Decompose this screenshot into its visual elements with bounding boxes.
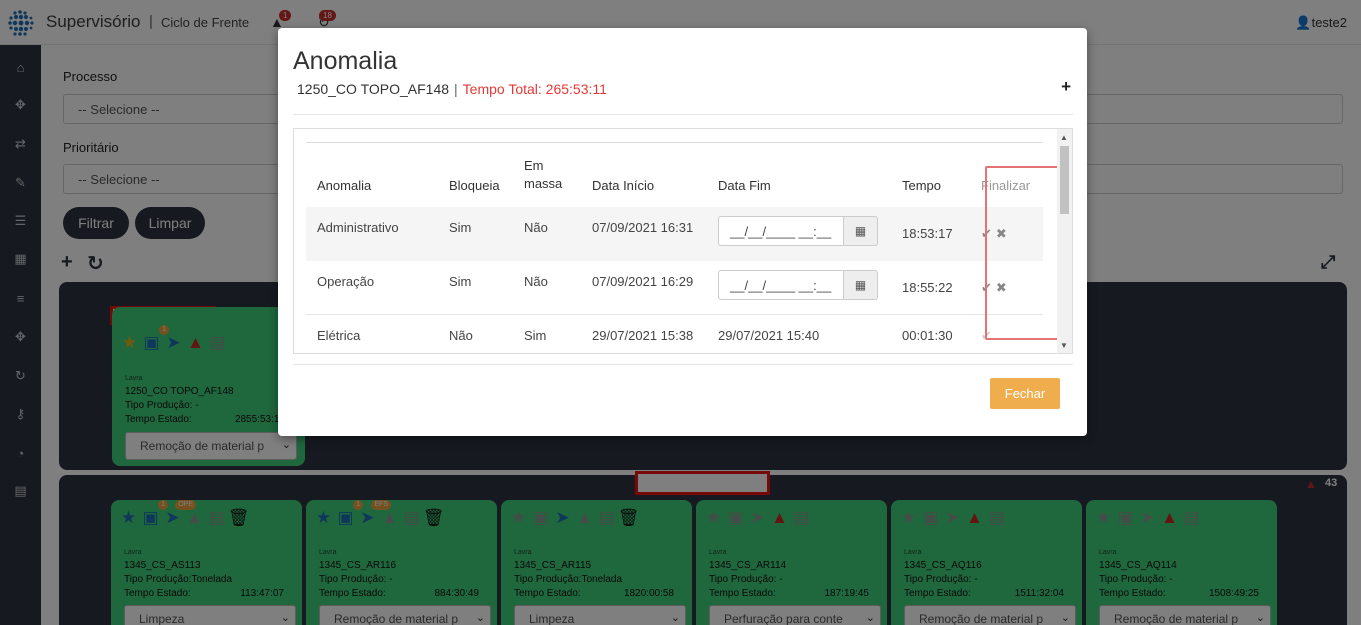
cell-tempo: 18:53:17 — [891, 207, 970, 261]
col-tempo: Tempo — [902, 178, 942, 193]
col-anomalia: Anomalia — [317, 178, 372, 193]
calendar-icon: ▦ — [854, 224, 867, 238]
anomalia-table: Anomalia Bloqueia Em massa Data Início D… — [306, 149, 1043, 353]
modal-subtitle: 1250_CO TOPO_AF148 | Tempo Total: 265:53:1… — [297, 81, 607, 97]
add-anomalia-button[interactable]: + — [1061, 77, 1071, 97]
modal-equipment-code: 1250_CO TOPO_AF148 — [297, 81, 450, 97]
col-bloqueia: Bloqueia — [449, 178, 500, 193]
cell-data-inicio: 07/09/2021 16:29 — [592, 274, 694, 289]
data-fim-picker: __/__/____ __:__ ▦ — [718, 270, 878, 300]
cell-anomalia: Administrativo — [306, 207, 438, 261]
cell-bloqueia: Não — [438, 313, 513, 353]
cell-data-fim: 29/07/2021 15:40 — [707, 313, 891, 353]
col-em-massa: Em massa — [524, 158, 563, 191]
cell-data-inicio: 07/09/2021 16:31 — [581, 207, 707, 261]
data-fim-picker: __/__/____ __:__ ▦ — [718, 216, 878, 246]
scroll-up-icon: ▲ — [1060, 133, 1068, 142]
cell-data-fim: __/__/____ __:__ ▦ — [707, 207, 891, 261]
calendar-icon: ▦ — [854, 278, 867, 292]
scrollbar-thumb[interactable] — [1060, 146, 1069, 214]
modal-title: Anomalia — [293, 47, 398, 75]
modal-tempo-total: Tempo Total: 265:53:11 — [462, 81, 607, 97]
calendar-button[interactable]: ▦ — [844, 216, 878, 246]
cell-em-massa: Não — [513, 207, 581, 261]
finalizar-highlight — [985, 166, 1066, 340]
anomalia-table-container: Anomalia Bloqueia Em massa Data Início D… — [293, 128, 1073, 354]
col-data-inicio: Data Início — [592, 178, 655, 193]
scroll-down-icon: ▼ — [1060, 341, 1068, 350]
table-row: Operação Sim Não 07/09/2021 16:29 __/__/… — [306, 261, 1043, 314]
data-fim-input[interactable]: __/__/____ __:__ — [718, 270, 844, 300]
table-scrollbar[interactable]: ▲ ▼ — [1057, 129, 1072, 353]
footer-divider — [293, 364, 1073, 365]
cell-em-massa: Não — [524, 274, 548, 289]
cell-bloqueia: Sim — [449, 274, 472, 289]
cell-tempo: 00:01:30 — [891, 313, 970, 353]
table-row: Elétrica Não Sim 29/07/2021 15:38 29/07/… — [306, 313, 1043, 353]
fechar-button[interactable]: Fechar — [990, 378, 1060, 409]
cell-em-massa: Sim — [513, 313, 581, 353]
cell-anomalia: Elétrica — [306, 313, 438, 353]
cell-anomalia: Operação — [317, 274, 375, 289]
anomalia-modal: Anomalia 1250_CO TOPO_AF148 | Tempo Total:… — [278, 28, 1087, 436]
header-divider — [293, 114, 1073, 115]
col-data-fim: Data Fim — [718, 178, 771, 193]
cell-data-inicio: 29/07/2021 15:38 — [581, 313, 707, 353]
table-row: Administrativo Sim Não 07/09/2021 16:31 … — [306, 207, 1043, 261]
data-fim-input[interactable]: __/__/____ __:__ — [718, 216, 844, 246]
cell-data-fim: __/__/____ __:__ ▦ — [707, 261, 891, 314]
cell-tempo: 18:55:22 — [902, 280, 953, 295]
calendar-button[interactable]: ▦ — [844, 270, 878, 300]
cell-bloqueia: Sim — [438, 207, 513, 261]
